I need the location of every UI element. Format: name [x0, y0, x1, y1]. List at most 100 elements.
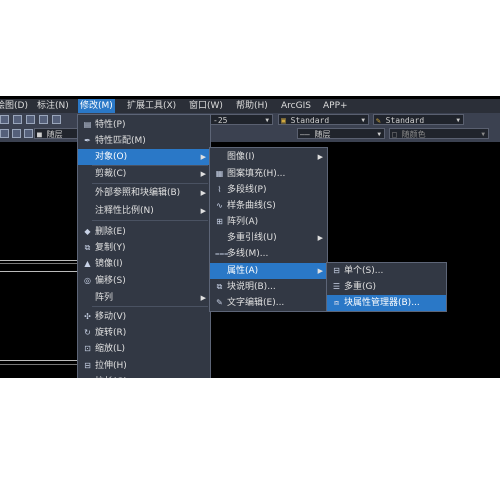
attribute-submenu-item-label: 单个(S)... — [344, 266, 384, 276]
modify-menu-item[interactable]: ▤ 特性(P) — [78, 117, 210, 133]
modify-menu-item-label: 注释性比例(N) — [95, 206, 154, 216]
object-submenu-item-label: 阵列(A) — [227, 217, 259, 227]
attribute-submenu-item[interactable]: ⧈ 块属性管理器(B)... — [327, 295, 446, 311]
menu-modify[interactable]: 修改(M) — [78, 99, 115, 113]
modify-menu-item[interactable]: ◎ 偏移(S) — [78, 273, 210, 289]
modify-menu-item[interactable]: 对象(O) ▶ — [78, 149, 210, 165]
object-submenu: 图像(I) ▶ ▦ 图案填充(H)... ⌇ 多段线(P) ∿ 样条曲线(S) ⊞ 阵列(A) 多重… — [209, 147, 328, 312]
dimension-style-combo[interactable]: ✎ Standard ▼ — [373, 114, 464, 125]
menu-separator — [92, 183, 208, 184]
chevron-down-icon: ▼ — [456, 117, 460, 124]
polyline-icon: ⌇ — [217, 185, 222, 194]
text-style-icon: ▣ — [281, 116, 286, 125]
text-style-combo[interactable]: ▣ Standard ▼ — [278, 114, 369, 125]
object-submenu-item[interactable]: 属性(A) ▶ — [210, 263, 327, 279]
spline-icon: ∿ — [216, 201, 223, 210]
stretch-icon: ⊟ — [84, 361, 91, 370]
menu-extension-tools[interactable]: 扩展工具(X) — [125, 99, 178, 113]
text-edit-icon: ✎ — [216, 298, 223, 307]
object-submenu-item[interactable]: 多重引线(U) ▶ — [210, 230, 327, 246]
layer-value: 随层 — [46, 130, 63, 139]
chevron-down-icon: ▼ — [265, 117, 269, 124]
chevron-down-icon: ▼ — [377, 131, 381, 138]
object-submenu-item-label: 块说明(B)... — [227, 282, 276, 292]
modify-menu-item[interactable]: ⊡ 缩放(L) — [78, 341, 210, 357]
modify-menu-item[interactable]: ↗拉长(G) — [78, 374, 210, 378]
modify-menu-item-label: 旋转(R) — [95, 328, 127, 338]
toolbar-icon[interactable] — [13, 115, 22, 124]
modify-menu-item[interactable]: 注释性比例(N) ▶ — [78, 203, 210, 219]
modify-menu-item[interactable]: 剪裁(C) ▶ — [78, 166, 210, 182]
scale-combo[interactable]: -25 ▼ — [210, 114, 273, 125]
modify-menu-item-label: 缩放(L) — [95, 344, 126, 354]
hatch-icon: ▦ — [215, 169, 224, 178]
layer-color-swatch: ■ — [37, 130, 42, 139]
modify-menu-item[interactable]: 外部参照和块编辑(B) ▶ — [78, 185, 210, 201]
single-attribute-icon: ⊟ — [333, 266, 340, 275]
layer-combo[interactable]: ■ 随层 — [34, 128, 78, 139]
match-properties-icon: ✒ — [84, 136, 91, 145]
drawing-line — [0, 263, 78, 264]
modify-menu-item-label: 拉长(G) — [95, 374, 127, 378]
modify-menu-item-label: 特性(P) — [95, 120, 126, 130]
modify-menu-item[interactable]: ▲ 镜像(I) — [78, 256, 210, 272]
menu-separator — [92, 165, 208, 166]
toolbar-icon[interactable] — [24, 129, 33, 138]
menu-help[interactable]: 帮助(H) — [234, 99, 270, 113]
toolbar-icon[interactable] — [0, 115, 9, 124]
modify-menu-item-label: 特性匹配(M) — [95, 136, 146, 146]
object-submenu-item[interactable]: ▦ 图案填充(H)... — [210, 166, 327, 182]
menu-arcgis[interactable]: ArcGIS — [279, 99, 313, 113]
attribute-submenu: ⊟ 单个(S)... ☰ 多重(G) ⧈ 块属性管理器(B)... — [326, 262, 447, 312]
attribute-submenu-item-label: 块属性管理器(B)... — [344, 298, 420, 308]
color-combo[interactable]: □ 随颜色 ▼ — [389, 128, 489, 139]
submenu-arrow-icon: ▶ — [200, 207, 206, 215]
modify-menu-item[interactable]: 阵列 ▶ — [78, 290, 210, 306]
color-value: 随颜色 — [401, 130, 426, 139]
object-submenu-item[interactable]: ∿ 样条曲线(S) — [210, 198, 327, 214]
rotate-icon: ↻ — [84, 328, 91, 337]
modify-menu-item[interactable]: ↻ 旋转(R) — [78, 325, 210, 341]
erase-icon: ◆ — [84, 227, 91, 236]
lengthen-icon: ↗ — [83, 377, 92, 378]
toolbar-icon[interactable] — [39, 115, 48, 124]
toolbar-icon[interactable] — [12, 129, 21, 138]
object-submenu-item[interactable]: ⩶ 多线(M)... — [210, 246, 327, 262]
object-submenu-item[interactable]: ⊞ 阵列(A) — [210, 214, 327, 230]
object-submenu-item[interactable]: ⌇ 多段线(P) — [210, 182, 327, 198]
object-submenu-item-label: 属性(A) — [227, 266, 259, 276]
object-submenu-item[interactable]: ⧉ 块说明(B)... — [210, 279, 327, 295]
move-icon: ✣ — [84, 312, 91, 321]
modify-menu-item-label: 移动(V) — [95, 312, 127, 322]
attribute-submenu-item[interactable]: ⊟ 单个(S)... — [327, 263, 446, 279]
object-submenu-item-label: 图像(I) — [227, 152, 255, 162]
modify-menu-item[interactable]: ✒ 特性匹配(M) — [78, 133, 210, 149]
submenu-arrow-icon: ▶ — [200, 153, 206, 161]
modify-menu-item-label: 阵列 — [95, 293, 114, 303]
menu-dimension[interactable]: 标注(N) — [35, 99, 71, 113]
drawing-line — [0, 271, 78, 272]
modify-menu-item[interactable]: ⧉ 复制(Y) — [78, 240, 210, 256]
scale-icon: ⊡ — [84, 344, 91, 353]
object-submenu-item[interactable]: ✎ 文字编辑(E)... — [210, 295, 327, 311]
toolbar-icon[interactable] — [26, 115, 35, 124]
modify-menu-item-label: 对象(O) — [95, 152, 128, 162]
linetype-combo[interactable]: —— 随层 ▼ — [297, 128, 385, 139]
object-submenu-item[interactable]: 图像(I) ▶ — [210, 149, 327, 165]
menu-draw[interactable]: 绘图(D) — [0, 99, 30, 113]
attribute-submenu-item[interactable]: ☰ 多重(G) — [327, 279, 446, 295]
block-attribute-manager-icon: ⧈ — [333, 298, 340, 307]
color-swatch-icon: □ — [392, 130, 397, 139]
toolbar-icon[interactable] — [52, 115, 61, 124]
offset-icon: ◎ — [84, 276, 91, 285]
scale-value: -25 — [213, 116, 228, 125]
modify-menu-item[interactable]: ◆ 删除(E) — [78, 224, 210, 240]
menu-app-plus[interactable]: APP+ — [321, 99, 350, 113]
modify-menu-item-label: 拉伸(H) — [95, 361, 127, 371]
object-submenu-item-label: 多线(M)... — [227, 249, 269, 259]
menu-window[interactable]: 窗口(W) — [187, 99, 225, 113]
toolbar-icon[interactable] — [0, 129, 9, 138]
cad-application-window: 绘图(D) 标注(N) 修改(M) 扩展工具(X) 窗口(W) 帮助(H) Ar… — [0, 96, 500, 378]
modify-menu-item[interactable]: ✣ 移动(V) — [78, 309, 210, 325]
modify-menu-item[interactable]: ⊟ 拉伸(H) — [78, 358, 210, 374]
